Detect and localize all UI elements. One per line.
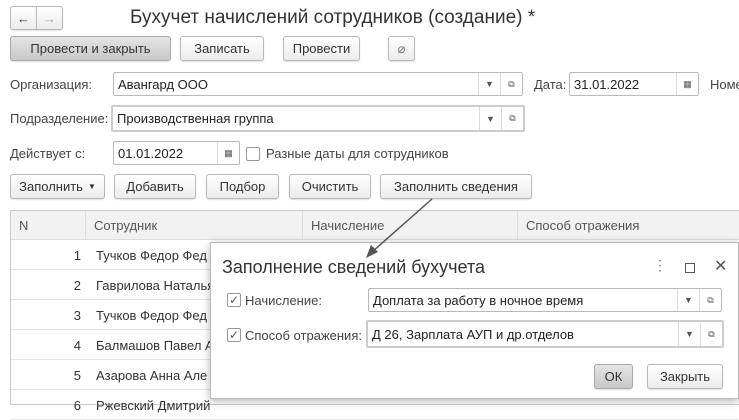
- annotation-arrow: [366, 198, 433, 258]
